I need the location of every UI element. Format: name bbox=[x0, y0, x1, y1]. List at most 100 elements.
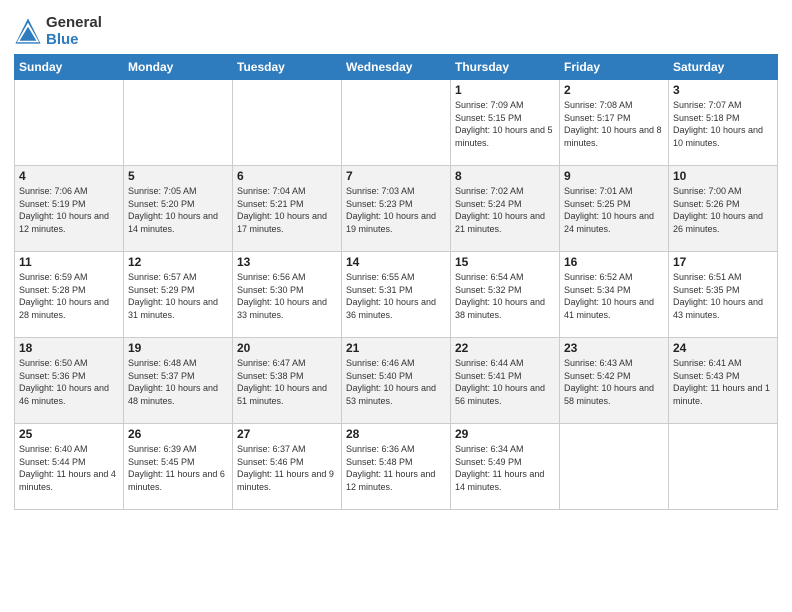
calendar-day-cell: 11 Sunrise: 6:59 AM Sunset: 5:28 PM Dayli… bbox=[15, 252, 124, 338]
calendar-day-cell: 10 Sunrise: 7:00 AM Sunset: 5:26 PM Dayli… bbox=[669, 166, 778, 252]
day-info: Sunrise: 6:36 AM Sunset: 5:48 PM Dayligh… bbox=[346, 443, 446, 493]
day-number: 19 bbox=[128, 341, 228, 355]
calendar-day-cell: 1 Sunrise: 7:09 AM Sunset: 5:15 PM Daylig… bbox=[451, 80, 560, 166]
day-number: 7 bbox=[346, 169, 446, 183]
day-info: Sunrise: 7:04 AM Sunset: 5:21 PM Dayligh… bbox=[237, 185, 337, 235]
day-number: 6 bbox=[237, 169, 337, 183]
calendar-day-cell: 3 Sunrise: 7:07 AM Sunset: 5:18 PM Daylig… bbox=[669, 80, 778, 166]
calendar-day-cell: 29Sunrise: 6:34 AM Sunset: 5:49 PM Dayli… bbox=[451, 424, 560, 510]
day-info: Sunrise: 6:59 AM Sunset: 5:28 PM Dayligh… bbox=[19, 271, 119, 321]
day-number: 22 bbox=[455, 341, 555, 355]
day-number: 13 bbox=[237, 255, 337, 269]
day-number: 10 bbox=[673, 169, 773, 183]
calendar-day-cell bbox=[233, 80, 342, 166]
day-number: 3 bbox=[673, 83, 773, 97]
logo: General Blue bbox=[14, 14, 102, 48]
calendar-day-cell: 12 Sunrise: 6:57 AM Sunset: 5:29 PM Dayli… bbox=[124, 252, 233, 338]
calendar-day-cell: 25 Sunrise: 6:40 AM Sunset: 5:44 PM Dayli… bbox=[15, 424, 124, 510]
calendar-day-cell: 24Sunrise: 6:41 AM Sunset: 5:43 PM Dayli… bbox=[669, 338, 778, 424]
calendar-day-cell bbox=[124, 80, 233, 166]
calendar-table: SundayMondayTuesdayWednesdayThursdayFrid… bbox=[14, 54, 778, 510]
day-info: Sunrise: 6:51 AM Sunset: 5:35 PM Dayligh… bbox=[673, 271, 773, 321]
calendar-week-row: 18 Sunrise: 6:50 AM Sunset: 5:36 PM Dayli… bbox=[15, 338, 778, 424]
day-number: 29 bbox=[455, 427, 555, 441]
calendar-day-cell: 20 Sunrise: 6:47 AM Sunset: 5:38 PM Dayli… bbox=[233, 338, 342, 424]
calendar-day-cell: 22 Sunrise: 6:44 AM Sunset: 5:41 PM Dayli… bbox=[451, 338, 560, 424]
day-info: Sunrise: 7:05 AM Sunset: 5:20 PM Dayligh… bbox=[128, 185, 228, 235]
day-info: Sunrise: 6:52 AM Sunset: 5:34 PM Dayligh… bbox=[564, 271, 664, 321]
day-info: Sunrise: 6:57 AM Sunset: 5:29 PM Dayligh… bbox=[128, 271, 228, 321]
day-of-week-header: Tuesday bbox=[233, 55, 342, 80]
day-number: 14 bbox=[346, 255, 446, 269]
calendar-week-row: 4Sunrise: 7:06 AM Sunset: 5:19 PM Daylig… bbox=[15, 166, 778, 252]
calendar-day-cell: 14 Sunrise: 6:55 AM Sunset: 5:31 PM Dayli… bbox=[342, 252, 451, 338]
day-number: 21 bbox=[346, 341, 446, 355]
day-number: 25 bbox=[19, 427, 119, 441]
calendar-day-cell: 13 Sunrise: 6:56 AM Sunset: 5:30 PM Dayli… bbox=[233, 252, 342, 338]
day-of-week-header: Thursday bbox=[451, 55, 560, 80]
day-number: 1 bbox=[455, 83, 555, 97]
calendar-day-cell: 4Sunrise: 7:06 AM Sunset: 5:19 PM Daylig… bbox=[15, 166, 124, 252]
day-info: Sunrise: 6:54 AM Sunset: 5:32 PM Dayligh… bbox=[455, 271, 555, 321]
day-info: Sunrise: 6:39 AM Sunset: 5:45 PM Dayligh… bbox=[128, 443, 228, 493]
calendar-day-cell: 26 Sunrise: 6:39 AM Sunset: 5:45 PM Dayli… bbox=[124, 424, 233, 510]
day-info: Sunrise: 6:41 AM Sunset: 5:43 PM Dayligh… bbox=[673, 357, 773, 407]
day-of-week-header: Friday bbox=[560, 55, 669, 80]
day-info: Sunrise: 6:48 AM Sunset: 5:37 PM Dayligh… bbox=[128, 357, 228, 407]
calendar-day-cell: 21 Sunrise: 6:46 AM Sunset: 5:40 PM Dayli… bbox=[342, 338, 451, 424]
calendar-week-row: 25 Sunrise: 6:40 AM Sunset: 5:44 PM Dayli… bbox=[15, 424, 778, 510]
day-info: Sunrise: 7:08 AM Sunset: 5:17 PM Dayligh… bbox=[564, 99, 664, 149]
day-info: Sunrise: 6:50 AM Sunset: 5:36 PM Dayligh… bbox=[19, 357, 119, 407]
calendar-day-cell: 19 Sunrise: 6:48 AM Sunset: 5:37 PM Dayli… bbox=[124, 338, 233, 424]
day-info: Sunrise: 6:40 AM Sunset: 5:44 PM Dayligh… bbox=[19, 443, 119, 493]
day-info: Sunrise: 6:46 AM Sunset: 5:40 PM Dayligh… bbox=[346, 357, 446, 407]
calendar-day-cell bbox=[15, 80, 124, 166]
day-number: 15 bbox=[455, 255, 555, 269]
day-info: Sunrise: 6:43 AM Sunset: 5:42 PM Dayligh… bbox=[564, 357, 664, 407]
day-number: 8 bbox=[455, 169, 555, 183]
calendar-week-row: 11 Sunrise: 6:59 AM Sunset: 5:28 PM Dayli… bbox=[15, 252, 778, 338]
page-container: General Blue SundayMondayTuesdayWednesda… bbox=[0, 0, 792, 520]
day-number: 26 bbox=[128, 427, 228, 441]
calendar-day-cell: 6 Sunrise: 7:04 AM Sunset: 5:21 PM Daylig… bbox=[233, 166, 342, 252]
day-info: Sunrise: 7:09 AM Sunset: 5:15 PM Dayligh… bbox=[455, 99, 555, 149]
day-number: 20 bbox=[237, 341, 337, 355]
day-number: 2 bbox=[564, 83, 664, 97]
day-info: Sunrise: 6:47 AM Sunset: 5:38 PM Dayligh… bbox=[237, 357, 337, 407]
calendar-day-cell: 28 Sunrise: 6:36 AM Sunset: 5:48 PM Dayli… bbox=[342, 424, 451, 510]
header: General Blue bbox=[14, 10, 778, 48]
day-info: Sunrise: 7:07 AM Sunset: 5:18 PM Dayligh… bbox=[673, 99, 773, 149]
day-of-week-header: Monday bbox=[124, 55, 233, 80]
logo-icon bbox=[14, 17, 42, 45]
day-info: Sunrise: 6:44 AM Sunset: 5:41 PM Dayligh… bbox=[455, 357, 555, 407]
calendar-day-cell: 23Sunrise: 6:43 AM Sunset: 5:42 PM Dayli… bbox=[560, 338, 669, 424]
day-number: 11 bbox=[19, 255, 119, 269]
day-number: 27 bbox=[237, 427, 337, 441]
day-info: Sunrise: 7:02 AM Sunset: 5:24 PM Dayligh… bbox=[455, 185, 555, 235]
calendar-day-cell: 5Sunrise: 7:05 AM Sunset: 5:20 PM Daylig… bbox=[124, 166, 233, 252]
calendar-day-cell bbox=[669, 424, 778, 510]
day-info: Sunrise: 6:55 AM Sunset: 5:31 PM Dayligh… bbox=[346, 271, 446, 321]
calendar-header-row: SundayMondayTuesdayWednesdayThursdayFrid… bbox=[15, 55, 778, 80]
calendar-day-cell: 15 Sunrise: 6:54 AM Sunset: 5:32 PM Dayli… bbox=[451, 252, 560, 338]
day-of-week-header: Wednesday bbox=[342, 55, 451, 80]
day-info: Sunrise: 6:56 AM Sunset: 5:30 PM Dayligh… bbox=[237, 271, 337, 321]
calendar-day-cell: 17 Sunrise: 6:51 AM Sunset: 5:35 PM Dayli… bbox=[669, 252, 778, 338]
day-info: Sunrise: 6:37 AM Sunset: 5:46 PM Dayligh… bbox=[237, 443, 337, 493]
calendar-day-cell: 9Sunrise: 7:01 AM Sunset: 5:25 PM Daylig… bbox=[560, 166, 669, 252]
calendar-day-cell: 16 Sunrise: 6:52 AM Sunset: 5:34 PM Dayli… bbox=[560, 252, 669, 338]
day-info: Sunrise: 7:03 AM Sunset: 5:23 PM Dayligh… bbox=[346, 185, 446, 235]
calendar-day-cell: 18 Sunrise: 6:50 AM Sunset: 5:36 PM Dayli… bbox=[15, 338, 124, 424]
day-info: Sunrise: 7:00 AM Sunset: 5:26 PM Dayligh… bbox=[673, 185, 773, 235]
day-number: 12 bbox=[128, 255, 228, 269]
day-number: 17 bbox=[673, 255, 773, 269]
day-number: 28 bbox=[346, 427, 446, 441]
day-number: 4 bbox=[19, 169, 119, 183]
day-number: 16 bbox=[564, 255, 664, 269]
day-number: 18 bbox=[19, 341, 119, 355]
day-of-week-header: Sunday bbox=[15, 55, 124, 80]
calendar-day-cell: 2 Sunrise: 7:08 AM Sunset: 5:17 PM Daylig… bbox=[560, 80, 669, 166]
calendar-day-cell: 7 Sunrise: 7:03 AM Sunset: 5:23 PM Daylig… bbox=[342, 166, 451, 252]
calendar-day-cell bbox=[342, 80, 451, 166]
calendar-week-row: 1 Sunrise: 7:09 AM Sunset: 5:15 PM Daylig… bbox=[15, 80, 778, 166]
